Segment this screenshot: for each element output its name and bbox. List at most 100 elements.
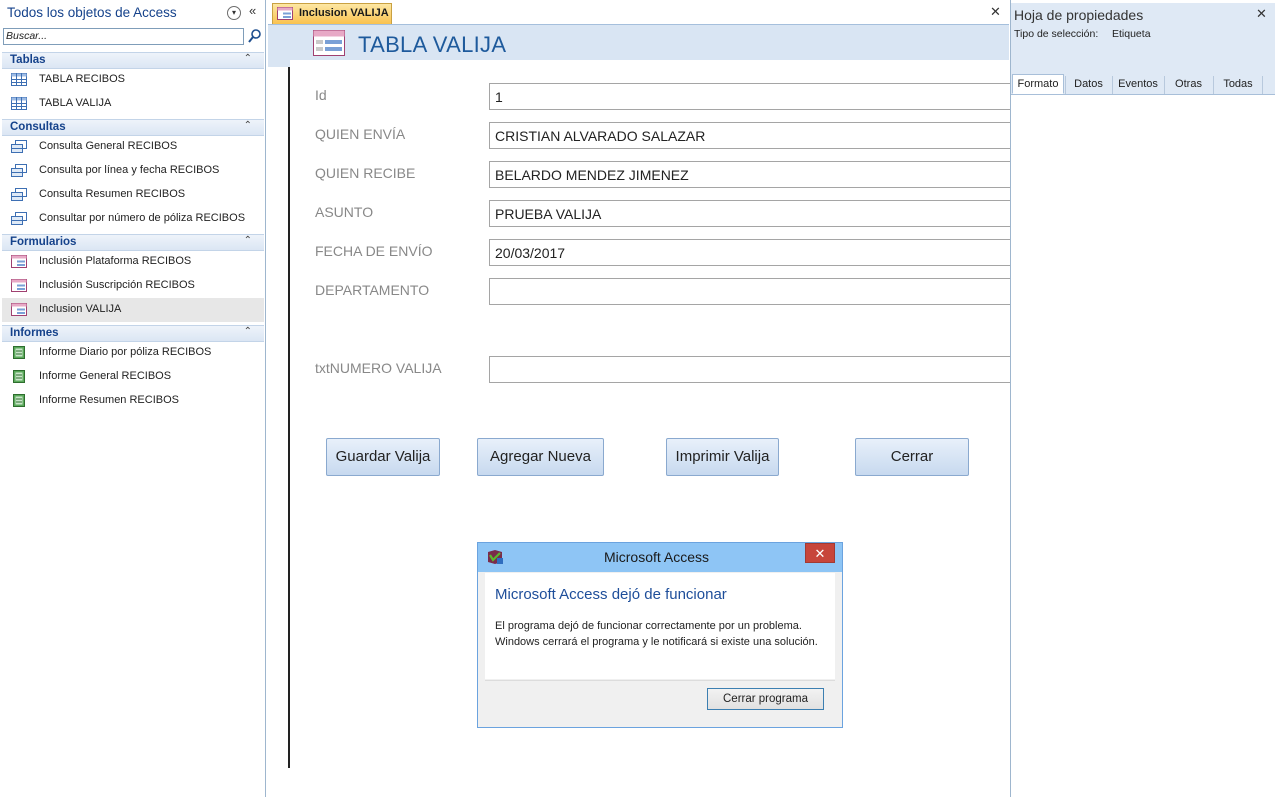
nav-item-label: Consultar por número de póliza RECIBOS xyxy=(39,212,246,224)
dialog-close-icon[interactable]: ✕ xyxy=(805,543,835,563)
label-numero-valija[interactable]: txtNUMERO VALIJA xyxy=(315,360,442,376)
field-value: BELARDO MENDEZ JIMENEZ xyxy=(495,167,689,183)
cerrar-programa-button[interactable]: Cerrar programa xyxy=(707,688,824,710)
document-tab-label: Inclusion VALIJA xyxy=(299,7,389,19)
access-app-icon xyxy=(488,550,503,564)
label-fecha-envio[interactable]: FECHA DE ENVÍO xyxy=(315,243,432,259)
collapse-pane-icon[interactable]: « xyxy=(249,3,256,18)
label-quien-recibe[interactable]: QUIEN RECIBE xyxy=(315,165,415,181)
quien-recibe-field[interactable]: BELARDO MENDEZ JIMENEZ xyxy=(489,161,1011,188)
query-icon xyxy=(11,188,27,201)
label-id[interactable]: Id xyxy=(315,87,327,103)
nav-menu-chevron-icon[interactable]: ▾ xyxy=(227,6,241,20)
report-icon xyxy=(13,394,25,407)
numero-valija-field[interactable] xyxy=(489,356,1011,383)
nav-item-label: Consulta Resumen RECIBOS xyxy=(39,188,186,200)
record-selector-bar[interactable] xyxy=(268,25,290,768)
nav-item-label: Inclusión Plataforma RECIBOS xyxy=(39,255,192,267)
nav-item-inclusion-plataforma[interactable]: Inclusión Plataforma RECIBOS xyxy=(2,250,264,274)
tab-otras[interactable]: Otras xyxy=(1164,76,1212,94)
dialog-title: Microsoft Access xyxy=(604,549,710,565)
label-departamento[interactable]: DEPARTAMENTO xyxy=(315,282,429,298)
property-sheet xyxy=(1010,0,1275,797)
nav-item-tabla-valija[interactable]: TABLA VALIJA xyxy=(2,92,264,116)
nav-group-formularios[interactable]: Formularios ⌃ xyxy=(2,234,264,251)
nav-item-label: Inclusión Suscripción RECIBOS xyxy=(39,279,195,291)
navigation-pane-title[interactable]: Todos los objetos de Access xyxy=(7,5,177,20)
nav-item-informe-diario[interactable]: Informe Diario por póliza RECIBOS xyxy=(2,341,264,365)
nav-item-label: Informe Diario por póliza RECIBOS xyxy=(39,346,212,358)
departamento-field[interactable] xyxy=(489,278,1011,305)
nav-item-consultar-poliza[interactable]: Consultar por número de póliza RECIBOS xyxy=(2,207,264,231)
nav-group-label: Formularios xyxy=(10,236,77,248)
nav-group-label: Tablas xyxy=(10,54,46,66)
tab-eventos[interactable]: Eventos xyxy=(1112,76,1163,94)
agregar-nueva-button[interactable]: Agregar Nueva xyxy=(477,438,604,476)
label-asunto[interactable]: ASUNTO xyxy=(315,204,373,220)
tab-todas[interactable]: Todas xyxy=(1213,76,1263,94)
nav-item-consulta-general[interactable]: Consulta General RECIBOS xyxy=(2,135,264,159)
nav-group-tablas[interactable]: Tablas ⌃ xyxy=(2,52,264,69)
report-icon xyxy=(13,346,25,359)
query-icon xyxy=(11,212,27,225)
tab-datos[interactable]: Datos xyxy=(1065,76,1111,94)
field-value: 20/03/2017 xyxy=(495,245,566,261)
label-quien-envia[interactable]: QUIEN ENVÍA xyxy=(315,126,405,142)
form-icon xyxy=(11,255,27,268)
selection-type-label: Tipo de selección: xyxy=(1014,28,1099,40)
dialog-heading: Microsoft Access dejó de funcionar xyxy=(495,586,727,603)
search-icon[interactable] xyxy=(247,28,263,44)
search-input[interactable]: Buscar... xyxy=(3,28,244,45)
query-icon xyxy=(11,164,27,177)
tab-formato[interactable]: Formato xyxy=(1012,74,1064,94)
selection-type-value: Etiqueta xyxy=(1112,28,1151,40)
nav-item-label: Informe General RECIBOS xyxy=(39,370,172,382)
nav-item-label: TABLA VALIJA xyxy=(39,97,112,109)
nav-item-consulta-resumen[interactable]: Consulta Resumen RECIBOS xyxy=(2,183,264,207)
nav-item-consulta-linea-fecha[interactable]: Consulta por línea y fecha RECIBOS xyxy=(2,159,264,183)
nav-group-label: Consultas xyxy=(10,121,66,133)
quien-envia-field[interactable]: CRISTIAN ALVARADO SALAZAR xyxy=(489,122,1011,149)
nav-item-label: Consulta General RECIBOS xyxy=(39,140,178,152)
nav-group-label: Informes xyxy=(10,327,59,339)
nav-item-label: TABLA RECIBOS xyxy=(39,73,125,85)
nav-item-label: Informe Resumen RECIBOS xyxy=(39,394,179,406)
form-header-icon xyxy=(313,30,345,56)
collapse-group-icon[interactable]: ⌃ xyxy=(244,326,252,337)
id-field[interactable]: 1 xyxy=(489,83,1011,110)
nav-item-informe-general[interactable]: Informe General RECIBOS xyxy=(2,365,264,389)
form-icon xyxy=(277,7,293,20)
nav-item-inclusion-suscripcion[interactable]: Inclusión Suscripción RECIBOS xyxy=(2,274,264,298)
form-icon xyxy=(11,279,27,292)
collapse-group-icon[interactable]: ⌃ xyxy=(244,53,252,64)
field-value: PRUEBA VALIJA xyxy=(495,206,602,222)
field-value: 1 xyxy=(495,89,503,105)
close-document-icon[interactable]: ✕ xyxy=(990,4,1001,20)
cerrar-button[interactable]: Cerrar xyxy=(855,438,969,476)
form-icon xyxy=(11,303,27,316)
nav-item-label: Consulta por línea y fecha RECIBOS xyxy=(39,164,220,176)
collapse-group-icon[interactable]: ⌃ xyxy=(244,235,252,246)
guardar-valija-button[interactable]: Guardar Valija xyxy=(326,438,440,476)
form-header-left xyxy=(268,25,290,67)
form-title: TABLA VALIJA xyxy=(358,32,507,57)
table-icon xyxy=(11,73,27,86)
table-icon xyxy=(11,97,27,110)
imprimir-valija-button[interactable]: Imprimir Valija xyxy=(666,438,779,476)
property-sheet-selector-area xyxy=(1011,47,1275,77)
collapse-group-icon[interactable]: ⌃ xyxy=(244,120,252,131)
dialog-message: El programa dejó de funcionar correctame… xyxy=(495,620,818,648)
report-icon xyxy=(13,370,25,383)
nav-item-informe-resumen[interactable]: Informe Resumen RECIBOS xyxy=(2,389,264,413)
nav-item-inclusion-valija[interactable]: Inclusion VALIJA xyxy=(2,298,264,322)
close-property-sheet-icon[interactable]: ✕ xyxy=(1256,6,1267,22)
nav-item-label: Inclusion VALIJA xyxy=(39,303,122,315)
property-sheet-title: Hoja de propiedades xyxy=(1014,7,1144,23)
asunto-field[interactable]: PRUEBA VALIJA xyxy=(489,200,1011,227)
query-icon xyxy=(11,140,27,153)
nav-group-consultas[interactable]: Consultas ⌃ xyxy=(2,119,264,136)
nav-item-tabla-recibos[interactable]: TABLA RECIBOS xyxy=(2,68,264,92)
fecha-envio-field[interactable]: 20/03/2017 xyxy=(489,239,1011,266)
field-value: CRISTIAN ALVARADO SALAZAR xyxy=(495,128,706,144)
nav-group-informes[interactable]: Informes ⌃ xyxy=(2,325,264,342)
